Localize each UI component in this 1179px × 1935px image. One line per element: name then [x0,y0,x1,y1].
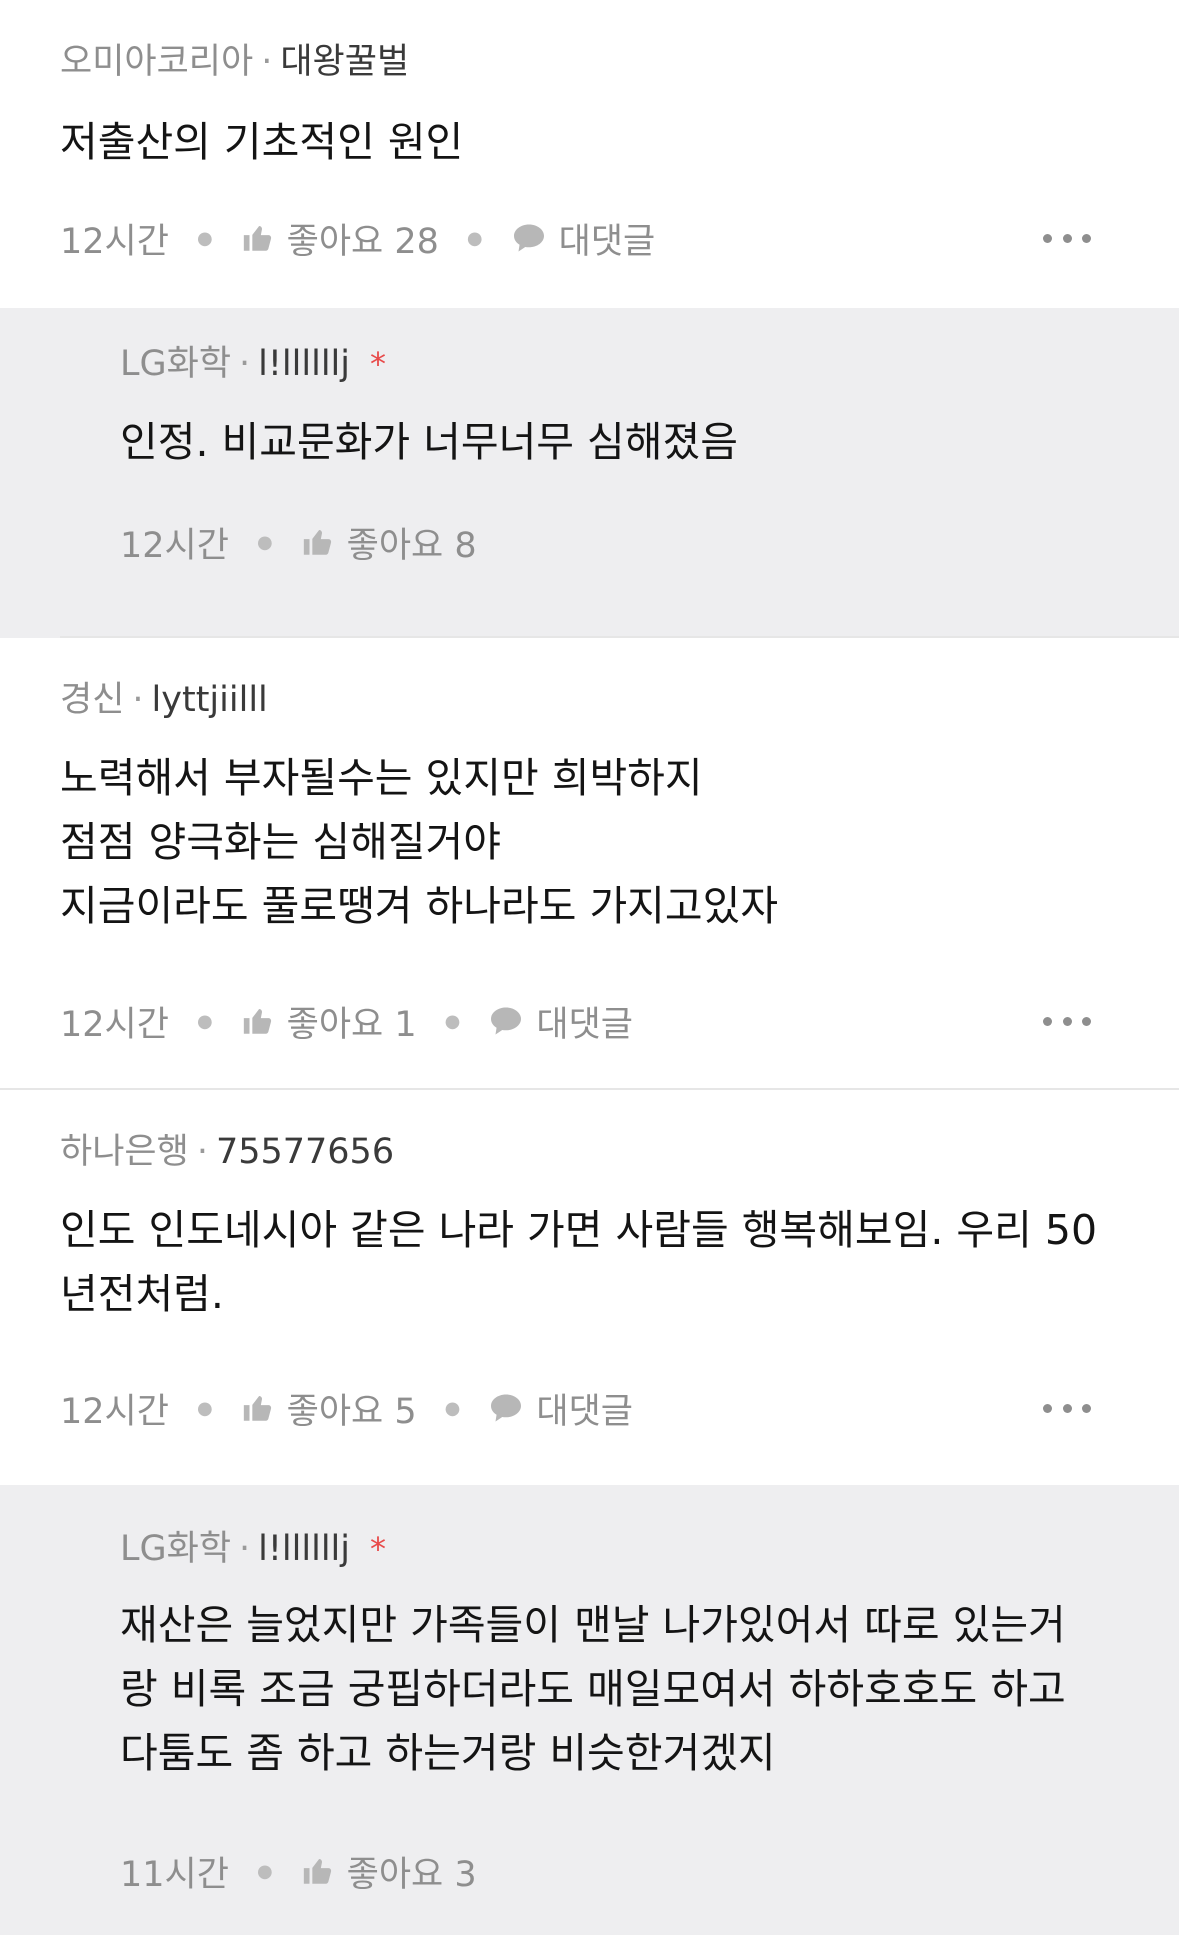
reply-button[interactable]: 대댓글 [511,213,656,264]
more-dot [1082,1403,1091,1413]
author-badge: * [370,1530,386,1568]
separator-dot: ● [444,1010,461,1032]
separator-dot: ● [256,531,273,553]
comment-body: 저출산의 기초적인 원인 [60,110,1119,174]
reply-comment-item: LG화학 · l!llllllj * 인정. 비교문화가 너무너무 심해졌음 12시간… [0,308,1179,638]
author-username[interactable]: l!llllllj [258,344,350,384]
more-options-button[interactable] [1043,1384,1091,1432]
comment-text-line: 년전처럼. [60,1270,224,1318]
separator-dot: ● [196,1010,213,1032]
comment-meta: LG화학 · l!llllllj * [120,340,386,388]
author-username[interactable]: 대왕꿀벌 [280,42,409,82]
comment-body: 인정. 비교문화가 너무너무 심해졌음 [120,410,1119,474]
like-label: 좋아요 3 [346,1854,477,1895]
comment-actions: 12시간 ● 좋아요 5 ● 대댓글 [60,1384,633,1432]
comment-meta: 오미아코리아 · 대왕꿀벌 [60,38,409,86]
comment-text-line: 저출산의 기초적인 원인 [60,118,464,166]
comment-item: 경신 · lyttjiilll 노력해서 부자될수는 있지만 희박하지 점점 양극화… [0,638,1179,1090]
reply-button[interactable]: 대댓글 [488,1383,633,1434]
comment-meta: 경신 · lyttjiilll [60,676,268,724]
more-dot [1043,1016,1052,1026]
comment-body: 노력해서 부자될수는 있지만 희박하지 점점 양극화는 심해질거야 지금이라도 … [60,746,1119,938]
more-dot [1043,1403,1052,1413]
timestamp: 12시간 [60,221,169,262]
comment-text-line: 점점 양극화는 심해질거야 [60,818,501,866]
author-company[interactable]: LG화학 [120,1529,231,1569]
like-button[interactable]: 좋아요 5 [241,1383,417,1434]
like-label: 좋아요 28 [286,221,439,262]
separator-dot: · [261,42,273,82]
comment-text-line: 노력해서 부자될수는 있지만 희박하지 [60,754,703,802]
comment-actions: 12시간 ● 좋아요 28 ● 대댓글 [60,214,655,262]
reply-label: 대댓글 [536,1391,633,1432]
author-username[interactable]: 75577656 [216,1132,394,1172]
author-username[interactable]: lyttjiilll [152,680,268,720]
author-badge: * [370,345,386,383]
more-options-button[interactable] [1043,997,1091,1045]
author-username[interactable]: l!llllllj [258,1529,350,1569]
reply-label: 대댓글 [558,221,656,262]
reply-comment-item: LG화학 · l!llllllj * 재산은 늘었지만 가족들이 맨날 나가있어서 따… [0,1485,1179,1935]
more-dot [1082,233,1091,243]
comment-actions: 12시간 ● 좋아요 1 ● 대댓글 [60,997,633,1045]
author-company[interactable]: 하나은행 [60,1132,189,1172]
thumbs-up-icon [243,1395,271,1421]
like-label: 좋아요 1 [286,1004,417,1045]
more-dot [1082,1016,1091,1026]
comment-text-line: 인도 인도네시아 같은 나라 가면 사람들 행복해보임. 우리 50 [60,1206,1098,1254]
thumbs-up-icon [243,225,271,251]
thumbs-up-icon [303,529,331,555]
separator-dot: · [132,680,144,720]
comment-item: 오미아코리아 · 대왕꿀벌 저출산의 기초적인 원인 12시간 ● 좋아요 28 ●… [0,0,1179,308]
separator-dot: ● [444,1397,461,1419]
author-company[interactable]: LG화학 [120,344,231,384]
separator-dot: · [196,1132,208,1172]
timestamp: 12시간 [120,525,229,566]
speech-bubble-icon [491,1394,522,1422]
timestamp: 12시간 [60,1004,169,1045]
comment-body: 인도 인도네시아 같은 나라 가면 사람들 행복해보임. 우리 50 년전처럼. [60,1198,1119,1326]
comment-body: 재산은 늘었지만 가족들이 맨날 나가있어서 따로 있는거 랑 비록 조금 궁핍… [120,1593,1119,1785]
comment-meta: LG화학 · l!llllllj * [120,1525,386,1573]
speech-bubble-icon [491,1007,522,1035]
like-label: 좋아요 8 [346,525,477,566]
speech-bubble-icon [513,224,544,252]
separator-dot: · [239,344,251,384]
like-button[interactable]: 좋아요 28 [241,213,439,264]
thumbs-up-icon [303,1858,331,1884]
separator-dot: ● [466,227,483,249]
like-button[interactable]: 좋아요 8 [301,517,477,568]
timestamp: 12시간 [60,1391,169,1432]
reply-button[interactable]: 대댓글 [488,996,633,1047]
comment-text-line: 랑 비록 조금 궁핍하더라도 매일모여서 하하호호도 하고 [120,1665,1066,1713]
author-company[interactable]: 오미아코리아 [60,42,253,82]
comment-meta: 하나은행 · 75577656 [60,1128,394,1176]
more-dot [1043,233,1052,243]
more-dot [1062,1403,1072,1413]
like-button[interactable]: 좋아요 3 [301,1846,477,1897]
comment-actions: 11시간 ● 좋아요 3 [120,1847,477,1895]
comment-text-line: 다툼도 좀 하고 하는거랑 비슷한거겠지 [120,1729,776,1777]
comment-actions: 12시간 ● 좋아요 8 [120,518,477,566]
reply-label: 대댓글 [536,1004,633,1045]
comment-text-line: 지금이라도 풀로땡겨 하나라도 가지고있자 [60,882,779,930]
thumbs-up-icon [243,1008,271,1034]
more-dot [1062,1016,1072,1026]
comment-text-line: 인정. 비교문화가 너무너무 심해졌음 [120,418,738,466]
comment-text-line: 재산은 늘었지만 가족들이 맨날 나가있어서 따로 있는거 [120,1601,1066,1649]
separator-dot: ● [256,1860,273,1882]
more-dot [1062,233,1072,243]
separator-dot: ● [196,227,213,249]
separator-dot: · [239,1529,251,1569]
like-label: 좋아요 5 [286,1391,417,1432]
separator-dot: ● [196,1397,213,1419]
timestamp: 11시간 [120,1854,229,1895]
comment-item: 하나은행 · 75577656 인도 인도네시아 같은 나라 가면 사람들 행복해보… [0,1090,1179,1485]
author-company[interactable]: 경신 [60,680,124,720]
like-button[interactable]: 좋아요 1 [241,996,417,1047]
more-options-button[interactable] [1043,214,1091,262]
